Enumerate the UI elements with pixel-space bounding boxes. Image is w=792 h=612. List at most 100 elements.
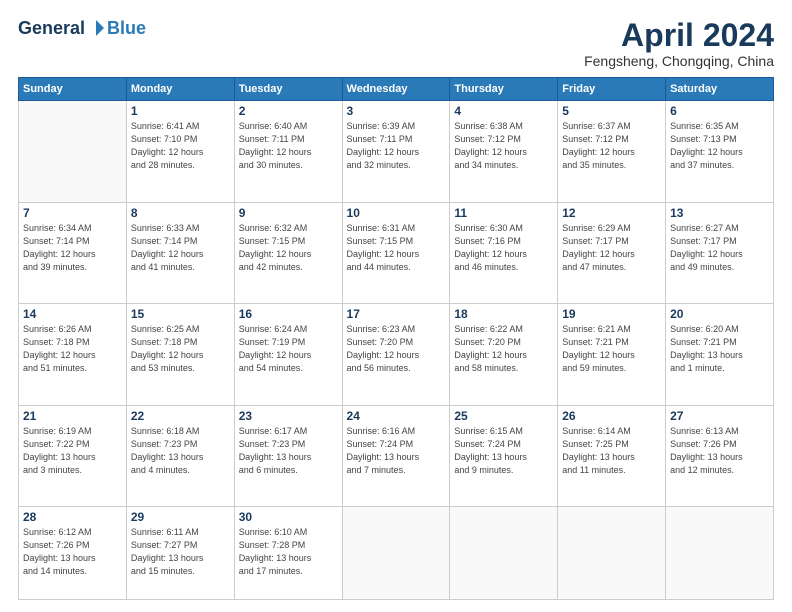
day-number: 13	[670, 206, 769, 220]
day-number: 19	[562, 307, 661, 321]
day-number: 27	[670, 409, 769, 423]
day-number: 14	[23, 307, 122, 321]
calendar-day-cell: 25 Sunrise: 6:15 AM Sunset: 7:24 PM Dayli…	[450, 405, 558, 506]
day-info: Sunrise: 6:24 AM Sunset: 7:19 PM Dayligh…	[239, 323, 338, 375]
day-info: Sunrise: 6:10 AM Sunset: 7:28 PM Dayligh…	[239, 526, 338, 578]
page: GeneralBlue April 2024 Fengsheng, Chongq…	[0, 0, 792, 612]
calendar-week-row: 7Sunrise: 6:34 AM Sunset: 7:14 PM Daylig…	[19, 202, 774, 303]
logo-blue-text: Blue	[107, 19, 146, 37]
title-block: April 2024 Fengsheng, Chongqing, China	[584, 18, 774, 69]
calendar-day-cell: 3Sunrise: 6:39 AM Sunset: 7:11 PM Daylig…	[342, 101, 450, 202]
day-info: Sunrise: 6:18 AM Sunset: 7:23 PM Dayligh…	[131, 425, 230, 477]
calendar-day-cell: 8 Sunrise: 6:33 AM Sunset: 7:14 PM Daylig…	[126, 202, 234, 303]
day-info: Sunrise: 6:30 AM Sunset: 7:16 PM Dayligh…	[454, 222, 553, 274]
day-number: 28	[23, 510, 122, 524]
calendar-day-cell	[558, 506, 666, 599]
calendar-week-row: 21Sunrise: 6:19 AM Sunset: 7:22 PM Dayli…	[19, 405, 774, 506]
calendar-day-cell: 29Sunrise: 6:11 AM Sunset: 7:27 PM Dayli…	[126, 506, 234, 599]
calendar-day-cell: 4 Sunrise: 6:38 AM Sunset: 7:12 PM Daylig…	[450, 101, 558, 202]
day-number: 6	[670, 104, 769, 118]
calendar-day-cell: 18 Sunrise: 6:22 AM Sunset: 7:20 PM Dayli…	[450, 304, 558, 405]
calendar-day-cell: 6 Sunrise: 6:35 AM Sunset: 7:13 PM Daylig…	[666, 101, 774, 202]
weekday-header-row: SundayMondayTuesdayWednesdayThursdayFrid…	[19, 78, 774, 101]
calendar-day-cell: 23 Sunrise: 6:17 AM Sunset: 7:23 PM Dayli…	[234, 405, 342, 506]
weekday-header-cell: Thursday	[450, 78, 558, 101]
day-number: 26	[562, 409, 661, 423]
calendar-week-row: 14 Sunrise: 6:26 AM Sunset: 7:18 PM Dayli…	[19, 304, 774, 405]
day-number: 25	[454, 409, 553, 423]
day-number: 2	[239, 104, 338, 118]
header: GeneralBlue April 2024 Fengsheng, Chongq…	[18, 18, 774, 69]
calendar-day-cell: 5 Sunrise: 6:37 AM Sunset: 7:12 PM Daylig…	[558, 101, 666, 202]
day-info: Sunrise: 6:41 AM Sunset: 7:10 PM Dayligh…	[131, 120, 230, 172]
calendar-day-cell	[450, 506, 558, 599]
calendar-day-cell: 11 Sunrise: 6:30 AM Sunset: 7:16 PM Dayli…	[450, 202, 558, 303]
day-number: 8	[131, 206, 230, 220]
day-info: Sunrise: 6:35 AM Sunset: 7:13 PM Dayligh…	[670, 120, 769, 172]
calendar-day-cell: 7Sunrise: 6:34 AM Sunset: 7:14 PM Daylig…	[19, 202, 127, 303]
logo: GeneralBlue	[18, 18, 146, 38]
calendar-day-cell: 13 Sunrise: 6:27 AM Sunset: 7:17 PM Dayli…	[666, 202, 774, 303]
day-number: 10	[347, 206, 446, 220]
day-info: Sunrise: 6:26 AM Sunset: 7:18 PM Dayligh…	[23, 323, 122, 375]
day-info: Sunrise: 6:21 AM Sunset: 7:21 PM Dayligh…	[562, 323, 661, 375]
day-number: 22	[131, 409, 230, 423]
calendar-day-cell	[666, 506, 774, 599]
day-info: Sunrise: 6:12 AM Sunset: 7:26 PM Dayligh…	[23, 526, 122, 578]
day-number: 23	[239, 409, 338, 423]
calendar-day-cell: 16 Sunrise: 6:24 AM Sunset: 7:19 PM Dayli…	[234, 304, 342, 405]
day-info: Sunrise: 6:16 AM Sunset: 7:24 PM Dayligh…	[347, 425, 446, 477]
logo-icon	[86, 18, 106, 38]
day-info: Sunrise: 6:37 AM Sunset: 7:12 PM Dayligh…	[562, 120, 661, 172]
weekday-header-cell: Wednesday	[342, 78, 450, 101]
day-number: 7	[23, 206, 122, 220]
day-number: 30	[239, 510, 338, 524]
calendar-day-cell: 2 Sunrise: 6:40 AM Sunset: 7:11 PM Daylig…	[234, 101, 342, 202]
calendar-day-cell: 19 Sunrise: 6:21 AM Sunset: 7:21 PM Dayli…	[558, 304, 666, 405]
day-info: Sunrise: 6:38 AM Sunset: 7:12 PM Dayligh…	[454, 120, 553, 172]
day-number: 18	[454, 307, 553, 321]
day-number: 9	[239, 206, 338, 220]
calendar-day-cell: 21Sunrise: 6:19 AM Sunset: 7:22 PM Dayli…	[19, 405, 127, 506]
calendar-day-cell	[19, 101, 127, 202]
day-info: Sunrise: 6:15 AM Sunset: 7:24 PM Dayligh…	[454, 425, 553, 477]
day-number: 21	[23, 409, 122, 423]
calendar-week-row: 1Sunrise: 6:41 AM Sunset: 7:10 PM Daylig…	[19, 101, 774, 202]
subtitle: Fengsheng, Chongqing, China	[584, 53, 774, 69]
day-number: 12	[562, 206, 661, 220]
day-info: Sunrise: 6:22 AM Sunset: 7:20 PM Dayligh…	[454, 323, 553, 375]
day-number: 15	[131, 307, 230, 321]
weekday-header-cell: Saturday	[666, 78, 774, 101]
calendar-day-cell: 9 Sunrise: 6:32 AM Sunset: 7:15 PM Daylig…	[234, 202, 342, 303]
calendar-day-cell: 24 Sunrise: 6:16 AM Sunset: 7:24 PM Dayli…	[342, 405, 450, 506]
day-info: Sunrise: 6:32 AM Sunset: 7:15 PM Dayligh…	[239, 222, 338, 274]
day-number: 16	[239, 307, 338, 321]
day-number: 24	[347, 409, 446, 423]
day-number: 17	[347, 307, 446, 321]
day-number: 11	[454, 206, 553, 220]
calendar-body: 1Sunrise: 6:41 AM Sunset: 7:10 PM Daylig…	[19, 101, 774, 600]
day-info: Sunrise: 6:29 AM Sunset: 7:17 PM Dayligh…	[562, 222, 661, 274]
weekday-header-cell: Monday	[126, 78, 234, 101]
day-info: Sunrise: 6:25 AM Sunset: 7:18 PM Dayligh…	[131, 323, 230, 375]
month-title: April 2024	[584, 18, 774, 53]
day-number: 5	[562, 104, 661, 118]
day-info: Sunrise: 6:40 AM Sunset: 7:11 PM Dayligh…	[239, 120, 338, 172]
calendar-day-cell: 27Sunrise: 6:13 AM Sunset: 7:26 PM Dayli…	[666, 405, 774, 506]
calendar-day-cell: 1Sunrise: 6:41 AM Sunset: 7:10 PM Daylig…	[126, 101, 234, 202]
day-info: Sunrise: 6:33 AM Sunset: 7:14 PM Dayligh…	[131, 222, 230, 274]
calendar-day-cell: 15 Sunrise: 6:25 AM Sunset: 7:18 PM Dayli…	[126, 304, 234, 405]
calendar-day-cell: 17Sunrise: 6:23 AM Sunset: 7:20 PM Dayli…	[342, 304, 450, 405]
calendar-table: SundayMondayTuesdayWednesdayThursdayFrid…	[18, 77, 774, 600]
calendar-day-cell: 14 Sunrise: 6:26 AM Sunset: 7:18 PM Dayli…	[19, 304, 127, 405]
day-info: Sunrise: 6:11 AM Sunset: 7:27 PM Dayligh…	[131, 526, 230, 578]
day-info: Sunrise: 6:17 AM Sunset: 7:23 PM Dayligh…	[239, 425, 338, 477]
calendar-day-cell: 28 Sunrise: 6:12 AM Sunset: 7:26 PM Dayli…	[19, 506, 127, 599]
day-info: Sunrise: 6:31 AM Sunset: 7:15 PM Dayligh…	[347, 222, 446, 274]
calendar-day-cell: 20Sunrise: 6:20 AM Sunset: 7:21 PM Dayli…	[666, 304, 774, 405]
day-number: 4	[454, 104, 553, 118]
day-info: Sunrise: 6:14 AM Sunset: 7:25 PM Dayligh…	[562, 425, 661, 477]
calendar-week-row: 28 Sunrise: 6:12 AM Sunset: 7:26 PM Dayli…	[19, 506, 774, 599]
day-info: Sunrise: 6:39 AM Sunset: 7:11 PM Dayligh…	[347, 120, 446, 172]
day-info: Sunrise: 6:27 AM Sunset: 7:17 PM Dayligh…	[670, 222, 769, 274]
